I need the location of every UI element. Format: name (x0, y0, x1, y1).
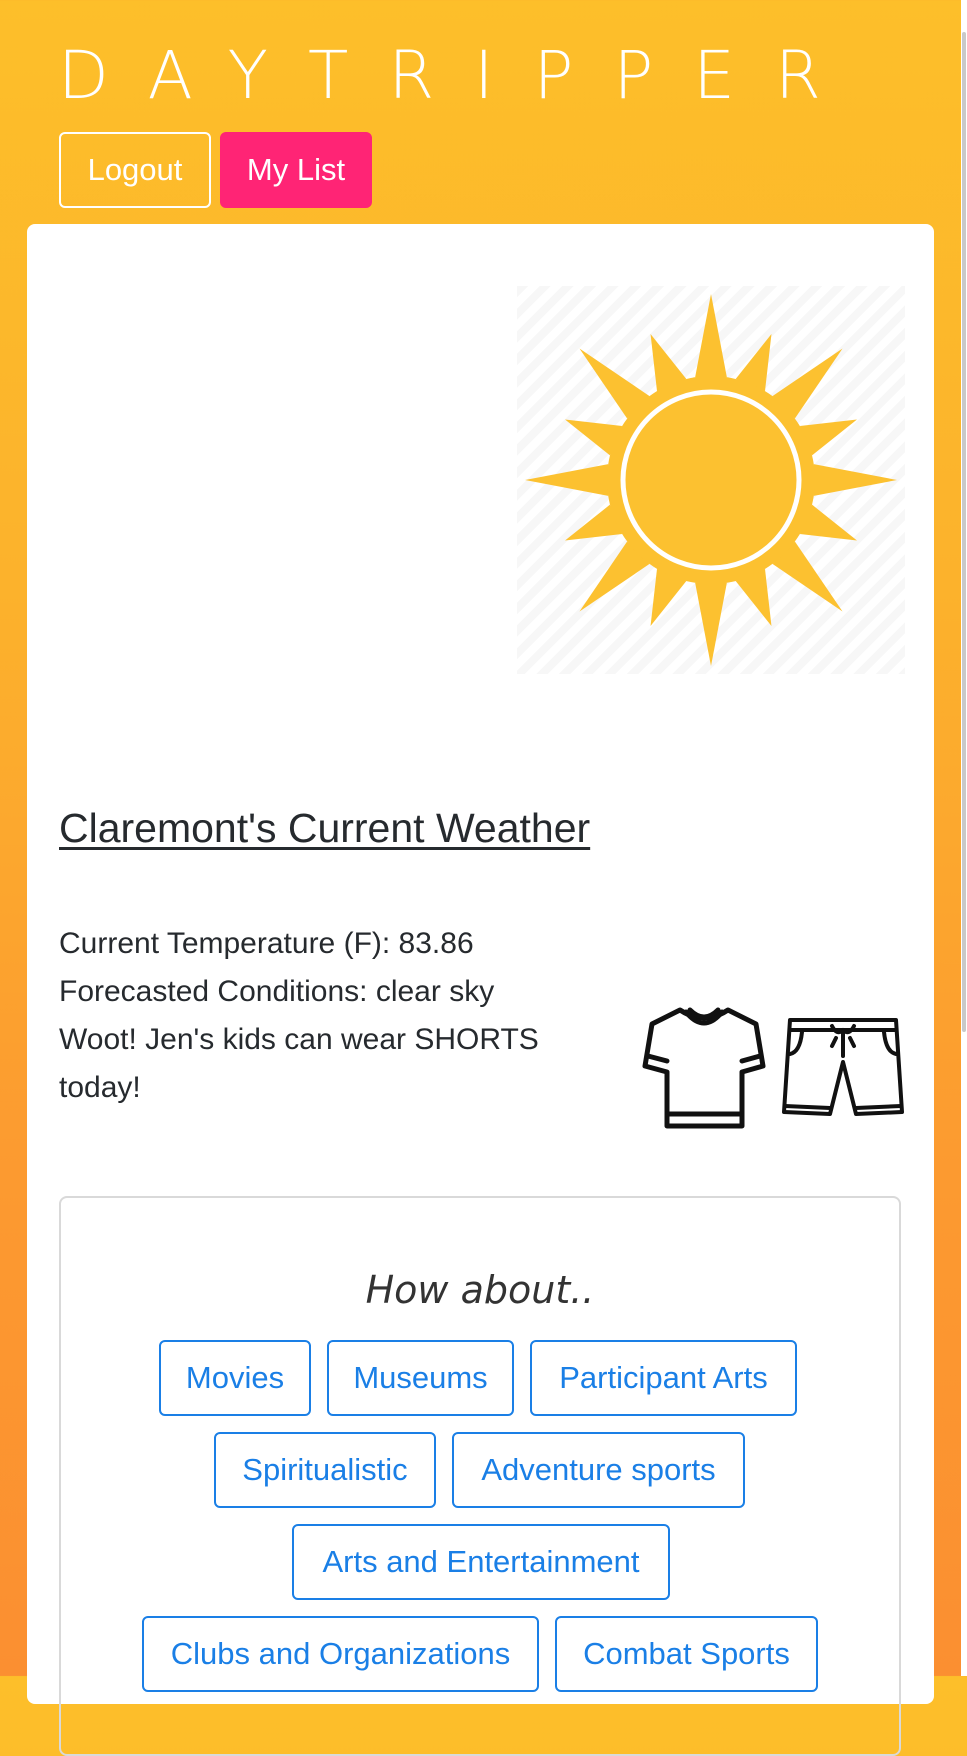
brand-logo-text[interactable]: DAYTRIPPER (58, 38, 861, 114)
sun-icon (517, 286, 905, 674)
category-button-combat-sports[interactable]: Combat Sports (555, 1616, 818, 1692)
scrollbar-track[interactable] (961, 0, 967, 1676)
current-temperature: Current Temperature (F): 83.86 (59, 927, 474, 960)
page-header: DAYTRIPPER Logout My List (0, 0, 960, 224)
forecast-conditions: Forecasted Conditions: clear sky (59, 975, 495, 1008)
clothing-advice: Woot! Jen's kids can wear SHORTS today! (59, 1023, 539, 1104)
category-button-participant-arts[interactable]: Participant Arts (530, 1340, 797, 1416)
logout-button[interactable]: Logout (59, 132, 211, 208)
category-button-arts-and-entertainment[interactable]: Arts and Entertainment (292, 1524, 670, 1600)
category-button-clubs-and-organizations[interactable]: Clubs and Organizations (142, 1616, 539, 1692)
my-list-button[interactable]: My List (220, 132, 372, 208)
tshirt-icon (642, 1007, 766, 1129)
category-button-spiritualistic[interactable]: Spiritualistic (214, 1432, 436, 1508)
category-button-adventure-sports[interactable]: Adventure sports (452, 1432, 745, 1508)
weather-title: Claremont's Current Weather (59, 805, 591, 851)
category-button-museums[interactable]: Museums (327, 1340, 514, 1416)
shorts-icon (782, 1018, 904, 1116)
category-button-movies[interactable]: Movies (159, 1340, 311, 1416)
scrollbar-thumb[interactable] (962, 32, 966, 1032)
suggestions-title: How about.. (365, 1268, 595, 1312)
clothing-icons (642, 1004, 942, 1134)
main-card: Claremont's Current Weather Current Temp… (27, 224, 934, 1756)
suggestions-panel: How about.. Movies Museums Participant A… (59, 1196, 901, 1756)
weather-details: Current Temperature (F): 83.86 Forecaste… (59, 920, 579, 1112)
